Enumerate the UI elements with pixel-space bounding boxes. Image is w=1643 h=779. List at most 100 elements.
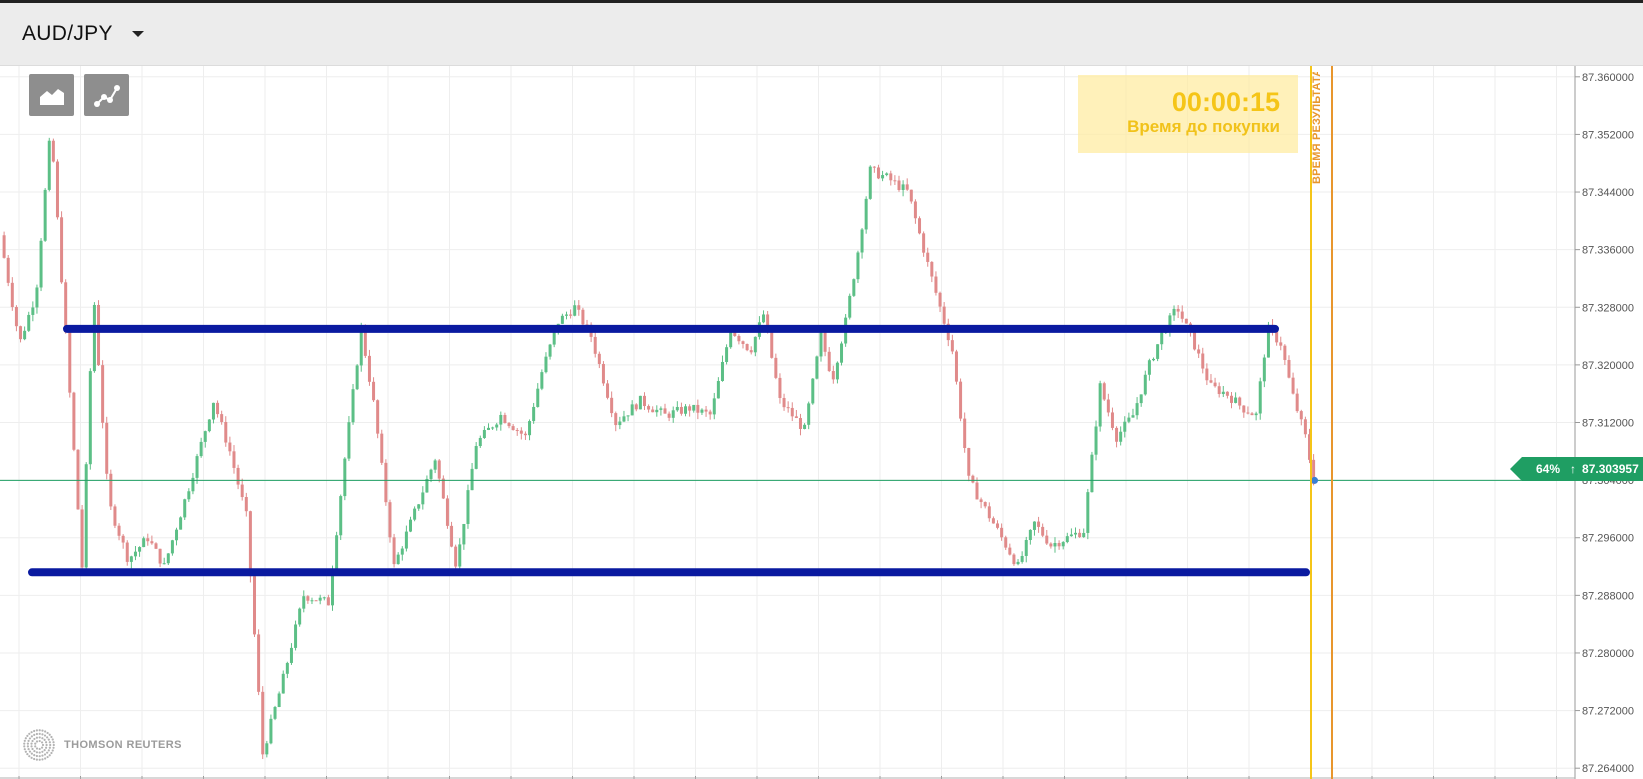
candle-body: [1217, 386, 1221, 395]
candle-body: [14, 307, 18, 327]
candle-body: [918, 218, 922, 234]
y-axis-label: 87.280000: [1582, 648, 1634, 660]
candle-body: [675, 406, 679, 411]
candle-body: [770, 331, 774, 358]
y-axis-label: 87.352000: [1582, 129, 1634, 141]
candle-body: [1123, 421, 1127, 432]
candle-body: [577, 305, 581, 310]
candle-body: [1279, 342, 1283, 346]
indicators-button[interactable]: [84, 74, 129, 116]
candle-body: [893, 180, 897, 182]
logo-dot: [33, 729, 36, 733]
logo-dot: [51, 749, 54, 752]
logo-dot: [24, 750, 27, 753]
candle-body: [1180, 311, 1184, 319]
candle-body: [860, 229, 864, 253]
candle-body: [938, 292, 942, 307]
candle-body: [872, 166, 876, 168]
candle-body: [257, 634, 261, 692]
logo-dot: [30, 731, 33, 734]
candle-body: [803, 424, 807, 429]
candle-body: [634, 404, 638, 410]
candle-body: [655, 409, 659, 413]
candle-body: [101, 365, 105, 423]
currency-pair-label: AUD/JPY: [22, 22, 113, 45]
y-axis-label: 87.336000: [1582, 245, 1634, 257]
candle-body: [1053, 542, 1057, 547]
timer-value: 00:00:15: [1171, 87, 1280, 117]
price-chart[interactable]: 87.360000 87.352000 87.344000 87.336000 87.3…: [0, 66, 1643, 779]
candle-body: [864, 198, 868, 230]
candle-body: [445, 498, 449, 526]
candle-body: [1176, 308, 1180, 312]
candle-body: [244, 497, 248, 512]
candle-body: [236, 467, 240, 485]
candle-body: [503, 414, 507, 424]
candle-body: [23, 330, 27, 340]
logo-dot: [41, 754, 44, 757]
candle-body: [409, 519, 412, 532]
candle-body: [1094, 426, 1098, 455]
logo-dot: [35, 729, 38, 732]
candle-body: [1004, 537, 1008, 548]
candle-body: [835, 362, 839, 380]
indicator-chart-icon: [93, 85, 120, 107]
candle-body: [216, 402, 220, 415]
candle-body: [179, 517, 183, 530]
candle-body: [782, 397, 786, 408]
logo-dot: [38, 739, 41, 743]
candle-body: [807, 403, 811, 425]
candle-body: [762, 314, 766, 323]
candle-body: [868, 166, 872, 199]
logo-dot: [23, 742, 26, 745]
currency-pair-dropdown[interactable]: AUD/JPY: [22, 19, 144, 49]
candle-body: [400, 548, 404, 555]
candle-body: [47, 140, 51, 190]
logo-dot: [33, 749, 36, 753]
candle-body: [64, 282, 68, 333]
candle-body: [183, 499, 187, 518]
candle-body: [1061, 542, 1065, 547]
candle-body: [1143, 374, 1147, 395]
y-axis-label: 87.328000: [1582, 302, 1634, 314]
candle-body: [692, 404, 696, 411]
candle-body: [930, 261, 934, 277]
candle-body: [306, 596, 310, 601]
logo-dot: [47, 738, 50, 741]
candle-body: [142, 538, 146, 548]
candle-body: [1299, 411, 1303, 420]
logo-dot: [35, 751, 39, 754]
logo-dot: [52, 746, 55, 749]
logo-dot: [27, 739, 30, 742]
candle-body: [133, 551, 137, 557]
candle-body: [1119, 431, 1123, 442]
logo-dot: [31, 739, 34, 743]
candle-body: [959, 381, 963, 419]
candle-body: [413, 508, 417, 520]
logo-dot: [41, 733, 44, 736]
candle-body: [158, 548, 162, 564]
candle-body: [688, 406, 692, 411]
candle-body: [1291, 377, 1295, 394]
candle-body: [1074, 532, 1078, 535]
candle-body: [519, 430, 523, 434]
candle-body: [536, 388, 540, 407]
chart-type-button[interactable]: [29, 74, 74, 116]
candle-body: [285, 662, 289, 674]
candle-body: [421, 492, 425, 505]
logo-dot: [24, 737, 27, 740]
candle-body: [507, 423, 511, 427]
candle-body: [191, 477, 195, 492]
logo-dot: [34, 742, 37, 745]
candle-body: [1250, 413, 1254, 416]
candle-body: [1078, 532, 1082, 538]
candle-body: [684, 406, 688, 414]
candle-body: [975, 482, 979, 500]
candle-body: [950, 340, 954, 352]
purchase-timer: 00:00:15 Время до покупки: [1078, 75, 1298, 153]
candle-body: [1184, 318, 1188, 324]
candle-body: [2, 235, 6, 258]
logo-dot: [38, 758, 41, 761]
candle-body: [166, 553, 170, 564]
logo-dot: [33, 733, 36, 736]
